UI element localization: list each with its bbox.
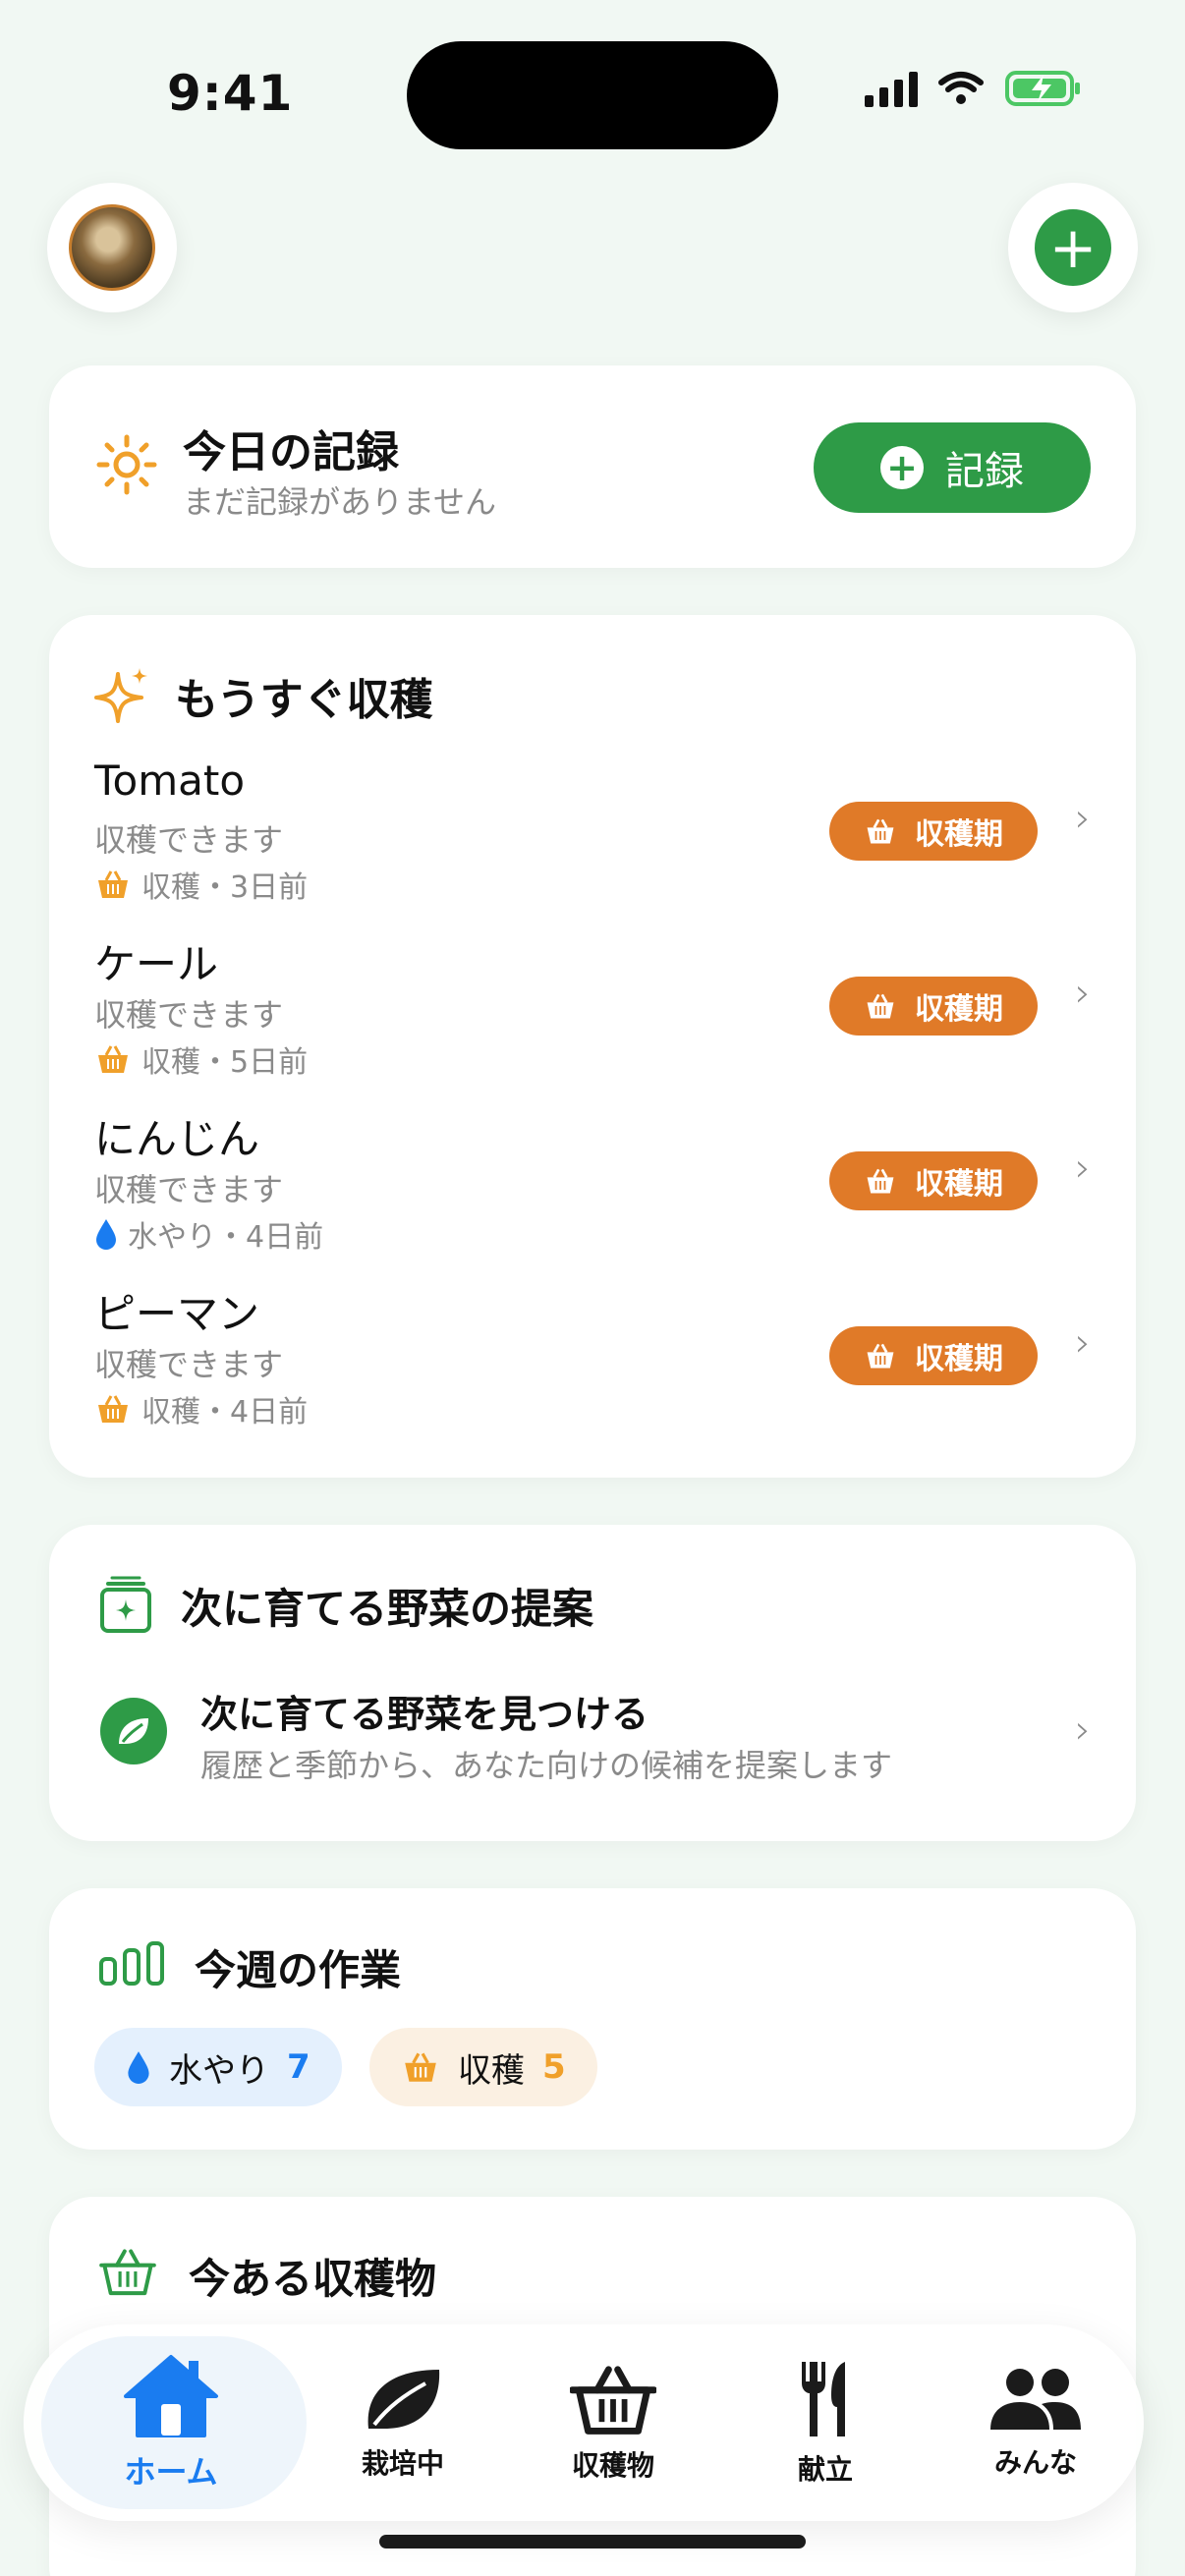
harvest-status-badge: 収穫期: [829, 1326, 1038, 1385]
today-subtitle: まだ記録がありません: [183, 483, 497, 521]
plant-meta: 収穫・4日前: [94, 1387, 308, 1430]
plant-name: Tomato: [94, 756, 246, 805]
badge-label: 収穫期: [915, 992, 1003, 1027]
harvest-count-pill[interactable]: 収穫 5: [369, 2028, 597, 2106]
cellular-signal-icon: [865, 70, 918, 107]
tab-community[interactable]: みんな: [937, 2324, 1134, 2521]
battery-charging-icon: [1005, 71, 1080, 106]
harvest-item[interactable]: ケール 収穫できます 収穫・5日前 収穫期 ›: [94, 931, 1091, 1098]
harvest-status-badge: 収穫期: [829, 1151, 1038, 1210]
basket-icon: [867, 1168, 894, 1194]
plant-meta: 収穫・3日前: [94, 863, 308, 906]
profile-button[interactable]: [47, 183, 177, 312]
plant-meta-text: 水やり・4日前: [128, 1220, 324, 1255]
tab-menu[interactable]: 献立: [727, 2324, 924, 2521]
find-next-vegetable-row[interactable]: 次に育てる野菜を見つける 履歴と季節から、あなた向けの候補を提案します ›: [49, 1672, 1136, 1810]
leaf-icon: [100, 1698, 167, 1764]
tab-growing[interactable]: 栽培中: [305, 2324, 501, 2521]
avatar: [69, 204, 155, 291]
chevron-right-icon: ›: [1075, 796, 1091, 841]
basket-icon: [570, 2366, 656, 2435]
plus-icon: +: [880, 446, 924, 489]
weekly-tasks-title: 今週の作業: [195, 1946, 402, 1994]
add-button[interactable]: +: [1008, 183, 1138, 312]
plant-meta: 収穫・5日前: [94, 1037, 308, 1081]
water-drop-icon: [128, 2051, 149, 2084]
status-icons: [865, 69, 1083, 108]
basket-icon: [98, 1395, 128, 1423]
home-indicator: [379, 2535, 806, 2548]
basket-icon: [867, 993, 894, 1019]
record-button-label: 記録: [945, 449, 1024, 494]
fork-knife-icon: [802, 2362, 845, 2436]
harvest-status-badge: 収穫期: [829, 977, 1038, 1036]
tab-community-label: みんな: [993, 2446, 1077, 2479]
plant-name: にんじん: [94, 1115, 260, 1163]
home-screen: 9:41 + 今日の記録 まだ記録がありません + 記録 もうすぐ収穫 Toma…: [0, 0, 1185, 2576]
find-next-vegetable-subtitle: 履歴と季節から、あなた向けの候補を提案します: [200, 1747, 893, 1784]
today-title: 今日の記録: [183, 427, 399, 477]
basket-icon: [867, 1343, 894, 1369]
chevron-right-icon: ›: [1075, 1320, 1091, 1366]
wifi-icon: [938, 72, 984, 104]
harvest-soon-title: もうすぐ収穫: [175, 675, 433, 725]
plant-meta: 水やり・4日前: [94, 1212, 323, 1256]
plant-meta-text: 収穫・4日前: [141, 1395, 309, 1429]
tab-home[interactable]: ホーム: [33, 2324, 309, 2521]
harvest-label: 収穫: [458, 2050, 525, 2091]
harvest-item[interactable]: Tomato 収穫できます 収穫・3日前 収穫期 ›: [94, 756, 1091, 924]
seed-box-icon: [100, 1576, 151, 1633]
next-vegetable-title: 次に育てる野菜の提案: [181, 1585, 594, 1633]
badge-label: 収穫期: [915, 1342, 1003, 1376]
plant-status: 収穫できます: [94, 996, 284, 1034]
water-drop-icon: [96, 1219, 116, 1250]
status-time: 9:41: [167, 65, 294, 122]
next-vegetable-card: 次に育てる野菜の提案 次に育てる野菜を見つける 履歴と季節から、あなた向けの候補…: [49, 1525, 1136, 1841]
watering-label: 水やり: [169, 2050, 269, 2091]
bar-chart-icon: [99, 1941, 164, 1986]
basket-icon: [98, 1045, 128, 1073]
weekly-tasks-card: 今週の作業 水やり 7 収穫 5: [49, 1888, 1136, 2150]
badge-label: 収穫期: [915, 817, 1003, 852]
sun-icon: [96, 434, 157, 495]
plant-status: 収穫できます: [94, 821, 284, 859]
chevron-right-icon: ›: [1075, 971, 1091, 1016]
tab-home-label: ホーム: [124, 2453, 218, 2491]
house-icon: [124, 2355, 218, 2437]
tab-growing-label: 栽培中: [361, 2447, 444, 2480]
basket-icon: [98, 870, 128, 898]
find-next-vegetable-title: 次に育てる野菜を見つける: [200, 1693, 649, 1736]
plant-name: ピーマン: [94, 1290, 260, 1338]
basket-icon: [867, 818, 894, 844]
harvest-count: 5: [542, 2047, 566, 2087]
plant-meta-text: 収穫・3日前: [141, 870, 309, 905]
plant-status: 収穫できます: [94, 1346, 284, 1383]
plant-status: 収穫できます: [94, 1171, 284, 1208]
basket-icon: [405, 2052, 436, 2082]
leaf-icon: [367, 2370, 440, 2429]
harvest-soon-card: もうすぐ収穫 Tomato 収穫できます 収穫・3日前 収穫期 › ケール 収穫…: [49, 615, 1136, 1478]
record-button[interactable]: + 記録: [814, 422, 1091, 513]
watering-count: 7: [287, 2047, 310, 2087]
tab-harvest[interactable]: 収穫物: [515, 2324, 711, 2521]
today-record-card: 今日の記録 まだ記録がありません + 記録: [49, 365, 1136, 568]
tab-bar: ホーム 栽培中 収穫物 献立 みんな: [24, 2324, 1144, 2521]
watering-count-pill[interactable]: 水やり 7: [94, 2028, 342, 2106]
people-icon: [990, 2369, 1081, 2430]
badge-label: 収穫期: [915, 1167, 1003, 1202]
plant-meta-text: 収穫・5日前: [141, 1045, 309, 1080]
chevron-right-icon: ›: [1075, 1146, 1091, 1191]
sparkles-icon: [94, 668, 147, 723]
dynamic-island: [407, 41, 778, 149]
chevron-right-icon: ›: [1075, 1708, 1091, 1753]
harvest-item[interactable]: にんじん 収穫できます 水やり・4日前 収穫期 ›: [94, 1106, 1091, 1273]
harvest-item[interactable]: ピーマン 収穫できます 収穫・4日前 収穫期 ›: [94, 1281, 1091, 1448]
current-harvest-title: 今ある収穫物: [189, 2255, 437, 2303]
harvest-status-badge: 収穫期: [829, 802, 1038, 861]
plus-icon: +: [1035, 209, 1111, 286]
tab-menu-label: 献立: [797, 2453, 853, 2486]
plant-name: ケール: [94, 940, 219, 988]
basket-outline-icon: [99, 2249, 156, 2296]
tab-harvest-label: 収穫物: [571, 2449, 654, 2482]
